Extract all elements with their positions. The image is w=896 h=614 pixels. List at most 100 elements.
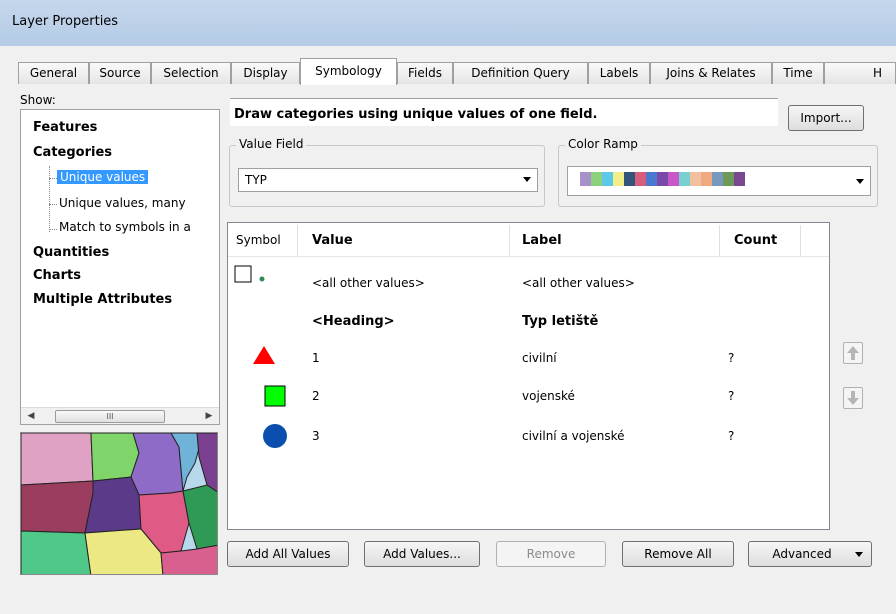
row-value[interactable]: 3: [312, 429, 320, 443]
color-ramp-swatch: [624, 172, 635, 186]
tab-fields[interactable]: Fields: [397, 62, 453, 84]
tab-definition-query[interactable]: Definition Query: [453, 62, 588, 84]
header-label[interactable]: Label: [522, 233, 562, 248]
color-ramp-swatch: [657, 172, 668, 186]
tab-h[interactable]: H: [824, 62, 896, 84]
color-ramp-swatch: [723, 172, 734, 186]
description-text: Draw categories using unique values of o…: [234, 107, 598, 122]
tab-source[interactable]: Source: [89, 62, 151, 84]
row-value[interactable]: 1: [312, 351, 320, 365]
window-title: Layer Properties: [12, 14, 119, 29]
tree-horizontal-scrollbar[interactable]: ◀ III ▶: [21, 407, 219, 424]
arrow-down-icon: [847, 391, 859, 405]
color-ramp-swatch: [712, 172, 723, 186]
color-ramp-swatch: [734, 172, 745, 186]
grid-header: Symbol Value Label Count: [228, 223, 829, 257]
triangle-icon: [253, 346, 275, 364]
color-ramp-swatch: [602, 172, 613, 186]
column-separator: [297, 225, 298, 257]
map-preview: [20, 432, 218, 575]
row-label[interactable]: civilní a vojenské: [522, 429, 625, 443]
move-up-button[interactable]: [843, 342, 863, 364]
tab-general[interactable]: General: [18, 62, 89, 84]
color-ramp-swatch: [613, 172, 624, 186]
row-count: ?: [728, 389, 735, 403]
import-button[interactable]: Import...: [788, 105, 864, 131]
advanced-label: Advanced: [772, 547, 832, 561]
tree-categories[interactable]: Categories: [33, 145, 112, 160]
show-tree[interactable]: Features Categories Unique values Unique…: [20, 109, 220, 425]
green-square-symbol[interactable]: [264, 385, 286, 410]
red-triangle-symbol[interactable]: [252, 345, 276, 368]
renderer-description: Draw categories using unique values of o…: [230, 98, 778, 126]
value-field-group: Value Field TYP: [229, 137, 545, 207]
row-label[interactable]: <all other values>: [522, 276, 635, 290]
value-field-selected: TYP: [245, 173, 267, 187]
remove-button[interactable]: Remove: [496, 541, 606, 567]
color-ramp-swatch: [690, 172, 701, 186]
title-bar: Layer Properties: [0, 0, 896, 46]
tree-connector: [49, 229, 57, 230]
all-other-values-symbol[interactable]: [234, 265, 268, 288]
move-down-button[interactable]: [843, 387, 863, 409]
add-values-button[interactable]: Add Values...: [364, 541, 480, 567]
color-ramp-label: Color Ramp: [565, 137, 641, 151]
tab-display[interactable]: Display: [231, 62, 300, 84]
symbol-value-grid[interactable]: Symbol Value Label Count <all other valu…: [227, 222, 830, 530]
square-icon: [264, 385, 286, 407]
color-ramp-swatch: [701, 172, 712, 186]
value-field-dropdown[interactable]: TYP: [238, 168, 538, 192]
tree-match-to-symbols[interactable]: Match to symbols in a: [59, 220, 191, 234]
tree-multiple-attributes[interactable]: Multiple Attributes: [33, 292, 172, 307]
tree-charts[interactable]: Charts: [33, 268, 81, 283]
row-label[interactable]: vojenské: [522, 389, 575, 403]
tree-connector: [49, 204, 57, 205]
heading-label[interactable]: Typ letiště: [522, 314, 598, 329]
header-count[interactable]: Count: [734, 233, 777, 248]
scroll-left-icon[interactable]: ◀: [23, 409, 39, 424]
circle-icon: [263, 424, 287, 448]
empty-box-dot-icon: [234, 265, 265, 283]
color-ramp-swatch: [635, 172, 646, 186]
color-ramp-swatch: [646, 172, 657, 186]
chevron-down-icon: [856, 179, 864, 184]
row-value[interactable]: 2: [312, 389, 320, 403]
tree-unique-values-many[interactable]: Unique values, many: [59, 196, 186, 210]
tab-time[interactable]: Time: [772, 62, 824, 84]
tab-symbology[interactable]: Symbology: [300, 58, 397, 85]
row-count: ?: [728, 429, 735, 443]
scroll-thumb[interactable]: III: [55, 410, 165, 423]
tab-labels[interactable]: Labels: [588, 62, 650, 84]
color-ramp-swatch: [679, 172, 690, 186]
advanced-button[interactable]: Advanced: [748, 541, 872, 567]
tab-strip: General Source Selection Display Symbolo…: [0, 58, 896, 85]
header-symbol[interactable]: Symbol: [236, 233, 281, 247]
chevron-down-icon: [855, 552, 863, 557]
row-count: ?: [728, 351, 735, 365]
arrow-up-icon: [847, 346, 859, 360]
header-value[interactable]: Value: [312, 233, 353, 248]
blue-circle-symbol[interactable]: [262, 423, 288, 452]
tree-connector: [49, 178, 57, 179]
value-field-label: Value Field: [236, 137, 307, 151]
row-label[interactable]: civilní: [522, 351, 557, 365]
remove-all-button[interactable]: Remove All: [622, 541, 734, 567]
tree-unique-values[interactable]: Unique values: [57, 170, 149, 184]
tree-features[interactable]: Features: [33, 120, 97, 135]
map-preview-image: [21, 433, 217, 574]
color-ramp-swatch: [580, 172, 591, 186]
tree-connector: [49, 166, 50, 232]
color-ramp-swatches: [580, 172, 745, 186]
tab-selection[interactable]: Selection: [151, 62, 231, 84]
tab-joins-relates[interactable]: Joins & Relates: [650, 62, 772, 84]
color-ramp-dropdown[interactable]: [567, 166, 871, 196]
color-ramp-group: Color Ramp: [558, 137, 878, 207]
row-value[interactable]: <all other values>: [312, 276, 425, 290]
chevron-down-icon: [523, 177, 531, 182]
add-all-values-button[interactable]: Add All Values: [227, 541, 349, 567]
column-separator: [719, 225, 720, 257]
scroll-right-icon[interactable]: ▶: [201, 409, 217, 424]
show-label: Show:: [20, 93, 56, 107]
heading-value[interactable]: <Heading>: [312, 314, 395, 329]
tree-quantities[interactable]: Quantities: [33, 245, 109, 260]
